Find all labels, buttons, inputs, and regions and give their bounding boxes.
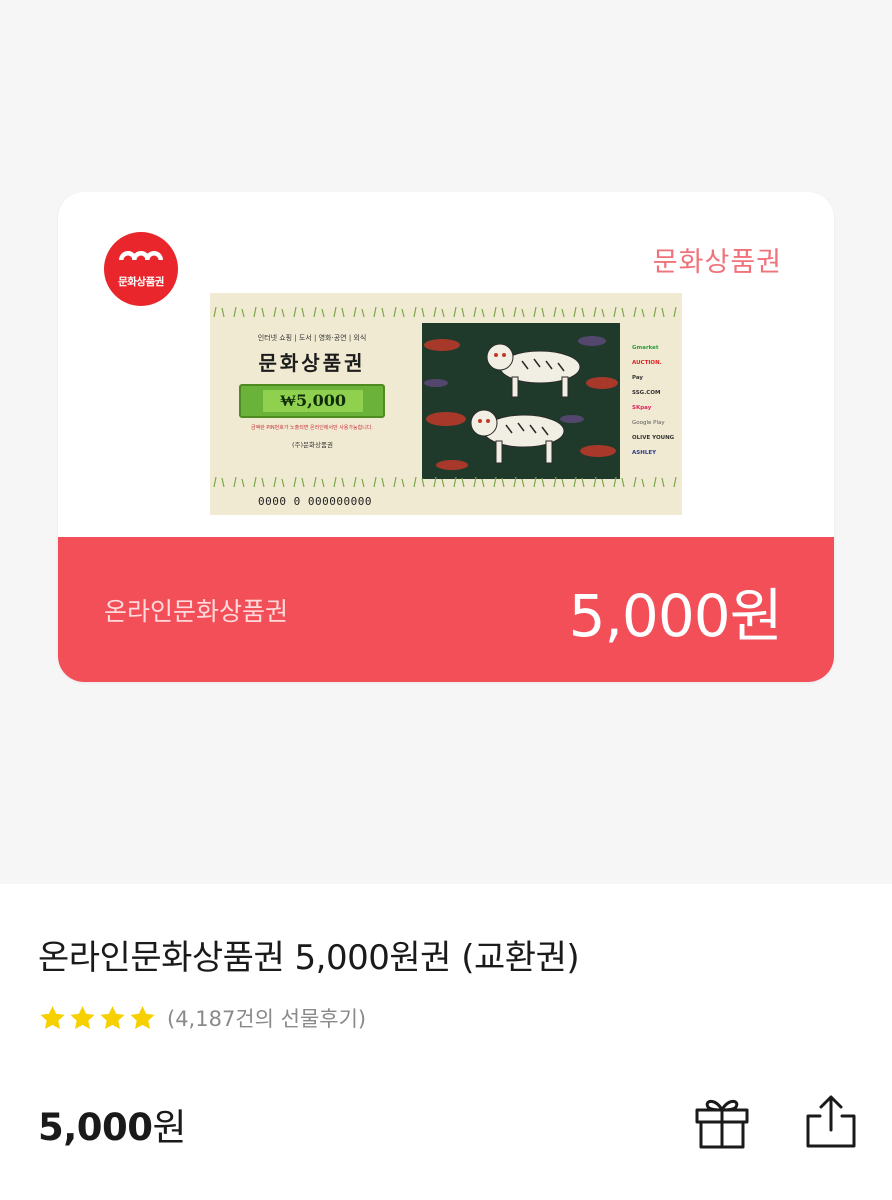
gift-icon <box>695 1099 749 1149</box>
card-title: 문화상품권 <box>652 247 782 278</box>
partner-item: OLIVE YOUNG <box>632 435 675 441</box>
share-button[interactable] <box>802 1092 860 1150</box>
product-rating[interactable]: (4,187건의 선물후기) <box>38 1003 366 1033</box>
price-value: 5,000 <box>38 1106 153 1149</box>
partner-item: Google Play <box>632 420 665 426</box>
voucher-uses: 인터넷 쇼핑 | 도서 | 영화·공연 | 외식 <box>257 334 367 342</box>
partner-item: Pay <box>632 375 644 381</box>
star-icon <box>100 1006 125 1029</box>
card-label: 온라인문화상품권 <box>104 597 289 626</box>
brand-rings-icon <box>118 251 164 273</box>
product-title: 온라인문화상품권 5,000원권 (교환권) <box>38 938 580 978</box>
grass-border-top <box>213 307 677 317</box>
star-icon <box>130 1006 155 1029</box>
card-amount: 5,000원 <box>568 582 783 650</box>
product-image-area: 문화상품권 문화상품권 인터넷 쇼핑 | 도서 | 영화·공연 | 외식 문화상… <box>0 0 892 884</box>
partner-item: ASHLEY <box>632 450 657 456</box>
share-icon <box>806 1095 856 1148</box>
star-icon <box>40 1006 65 1029</box>
tiger-artwork <box>422 323 620 479</box>
partner-item: Gmarket <box>632 345 659 351</box>
price-unit: 원 <box>152 1106 187 1149</box>
star-icon <box>70 1006 95 1029</box>
voucher-fine-print: 금액란 PIN번호가 노출되면 온라인에서만 사용가능합니다. <box>251 425 373 431</box>
brand-logo: 문화상품권 <box>104 232 178 306</box>
partner-item: AUCTION. <box>632 360 662 366</box>
partner-item: SSG.COM <box>632 390 661 396</box>
voucher-amount-box: ₩5,000 <box>239 384 385 418</box>
grass-border-bottom <box>213 477 677 487</box>
voucher-amount: ₩5,000 <box>263 390 363 412</box>
review-count[interactable]: (4,187건의 선물후기) <box>167 1003 366 1033</box>
voucher-title: 문화상품권 <box>258 351 366 375</box>
product-price: 5,000원 <box>38 1097 187 1151</box>
voucher-serial: 0000 0 000000000 <box>258 495 372 508</box>
card-amount-band: 온라인문화상품권 5,000원 <box>58 537 834 682</box>
voucher-image: 인터넷 쇼핑 | 도서 | 영화·공연 | 외식 문화상품권 ₩5,000 금액… <box>210 293 682 515</box>
brand-logo-text: 문화상품권 <box>118 276 164 288</box>
gift-card-image: 문화상품권 문화상품권 인터넷 쇼핑 | 도서 | 영화·공연 | 외식 문화상… <box>58 192 834 682</box>
voucher-left-panel: 인터넷 쇼핑 | 도서 | 영화·공연 | 외식 문화상품권 ₩5,000 금액… <box>232 333 392 449</box>
voucher-issuer: (주)문화상품권 <box>292 441 333 449</box>
gift-button[interactable] <box>692 1092 752 1152</box>
partner-item: SKpay <box>632 405 652 411</box>
rating-stars <box>38 1004 157 1032</box>
partner-list: Gmarket AUCTION. Pay SSG.COM SKpay Googl… <box>632 345 678 465</box>
